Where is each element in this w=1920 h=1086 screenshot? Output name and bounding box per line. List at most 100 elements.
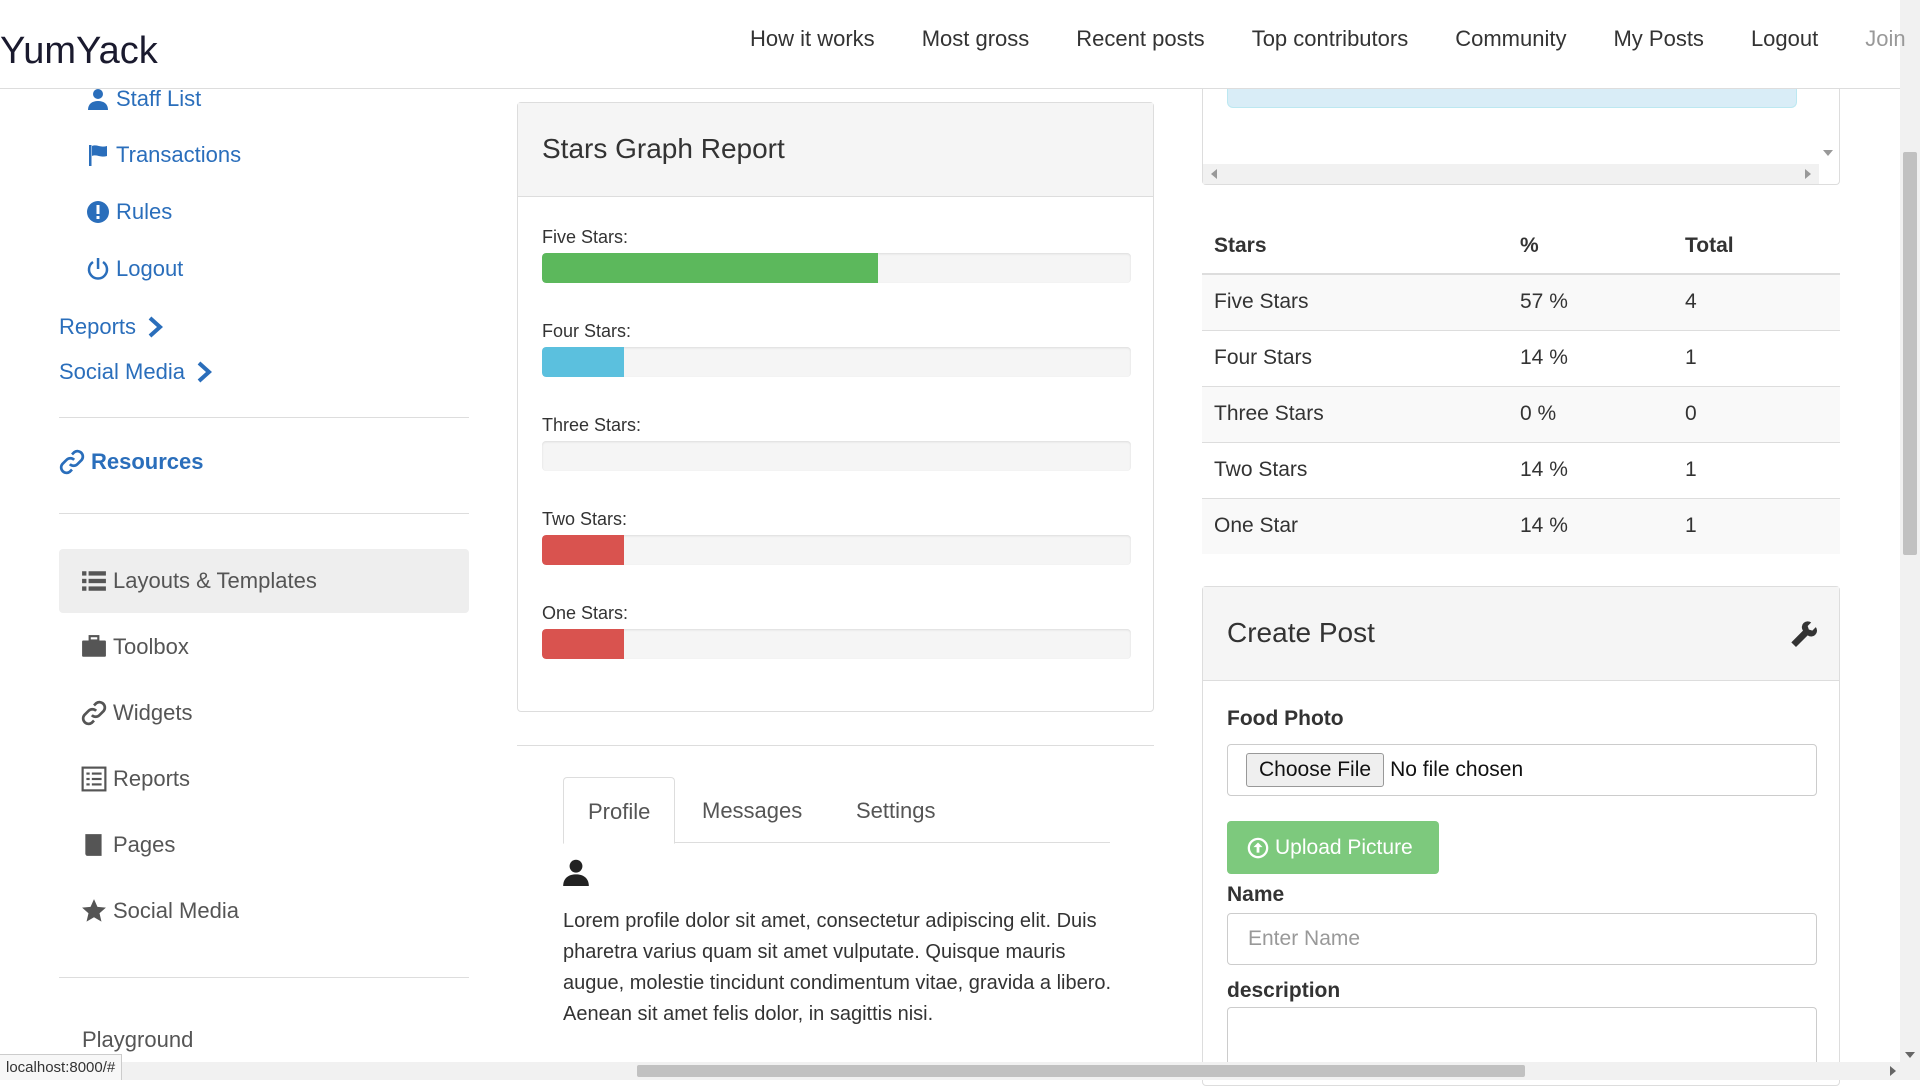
exclamation-icon: [87, 201, 109, 223]
flag-icon: [89, 145, 107, 166]
page-vertical-scrollbar[interactable]: [1900, 0, 1920, 1062]
bar-label: Five Stars:: [542, 227, 629, 247]
status-bar-url: localhost:8000/#: [0, 1054, 123, 1080]
table-row: Three Stars 0 % 0: [1202, 385, 1840, 442]
table-cell: Two Stars: [1202, 441, 1508, 498]
scroll-right-arrow-icon[interactable]: [1890, 1066, 1896, 1076]
progress-bar: [542, 347, 1131, 377]
tab-messages[interactable]: Messages: [678, 777, 826, 843]
upload-circle-icon: [1247, 837, 1269, 858]
nav-links: How it works Most gross Recent posts Top…: [750, 26, 1920, 52]
menu-item-social-media[interactable]: Social Media: [59, 879, 469, 943]
progress-bar: [542, 441, 1131, 471]
sidebar-item-transactions[interactable]: Transactions: [86, 142, 241, 168]
user-icon: [563, 859, 589, 886]
progress-bar-fill: [542, 535, 625, 565]
name-input[interactable]: [1227, 913, 1817, 965]
nav-recent-posts[interactable]: Recent posts: [1076, 26, 1204, 52]
scrollable-box[interactable]: [1202, 85, 1840, 185]
sidebar-item-label: Staff List: [116, 86, 202, 111]
table-cell: 14 %: [1508, 441, 1673, 498]
menu-item-widgets[interactable]: Widgets: [59, 681, 469, 745]
scroll-down-arrow-icon[interactable]: [1905, 1052, 1915, 1058]
vertical-scrollbar[interactable]: [1817, 85, 1839, 160]
nav-how-it-works[interactable]: How it works: [750, 26, 875, 52]
scroll-down-arrow-icon[interactable]: [1823, 150, 1833, 156]
progress-bar: [542, 535, 1131, 565]
sidebar-item-label: Rules: [116, 199, 173, 224]
nav-logout[interactable]: Logout: [1751, 26, 1818, 52]
scroll-left-arrow-icon[interactable]: [1211, 169, 1217, 179]
menu-item-pages[interactable]: Pages: [59, 813, 469, 877]
panel-title: Create Post: [1227, 617, 1375, 648]
table-cell: 0: [1673, 385, 1840, 442]
panel-title: Stars Graph Report: [518, 103, 1153, 197]
nav-community[interactable]: Community: [1455, 26, 1566, 52]
table-row: Five Stars 57 % 4: [1202, 273, 1840, 330]
food-photo-file-input[interactable]: Choose File No file chosen: [1227, 744, 1817, 796]
link-icon: [59, 449, 85, 475]
horizontal-scrollbar[interactable]: [1203, 164, 1819, 184]
menu-item-reports[interactable]: Reports: [59, 747, 469, 811]
menu-item-label: Layouts & Templates: [113, 568, 317, 593]
nav-join[interactable]: Join: [1865, 26, 1905, 52]
section-label: Reports: [59, 314, 137, 339]
link-icon: [81, 700, 107, 726]
scroll-thumb[interactable]: [637, 1065, 1525, 1077]
table-row: Four Stars 14 % 1: [1202, 329, 1840, 386]
profile-tabs: Profile Messages Settings: [563, 777, 1110, 844]
table-cell: 4: [1673, 273, 1840, 330]
sidebar-section-reports[interactable]: Reports: [59, 314, 164, 340]
scroll-right-arrow-icon[interactable]: [1805, 169, 1811, 179]
table-cell: One Star: [1202, 497, 1508, 554]
menu-item-label: Toolbox: [113, 634, 189, 659]
user-icon: [88, 89, 108, 110]
chevron-right-icon: [197, 361, 212, 383]
wrench-icon[interactable]: [1789, 619, 1817, 647]
divider: [517, 745, 1154, 746]
choose-file-button[interactable]: Choose File: [1246, 753, 1385, 787]
brand-logo[interactable]: YumYack: [0, 30, 158, 73]
progress-bar: [542, 253, 1131, 283]
sidebar-item-staff-list[interactable]: Staff List: [86, 86, 201, 112]
file-status: No file chosen: [1390, 758, 1524, 781]
resources-link[interactable]: Resources: [59, 449, 204, 475]
sidebar-item-logout[interactable]: Logout: [86, 256, 183, 282]
playground-link[interactable]: Playground: [82, 1027, 193, 1053]
menu-item-label: Reports: [113, 766, 191, 791]
nav-most-gross[interactable]: Most gross: [922, 26, 1030, 52]
table-cell: 0 %: [1508, 385, 1673, 442]
progress-bar-fill: [542, 347, 625, 377]
sidebar-section-social-media[interactable]: Social Media: [59, 359, 213, 385]
table-cell: 1: [1673, 441, 1840, 498]
book-icon: [85, 834, 102, 856]
progress-bar-fill: [542, 253, 878, 283]
column-header: %: [1508, 218, 1673, 275]
nav-my-posts[interactable]: My Posts: [1613, 26, 1703, 52]
sidebar-item-label: Logout: [116, 256, 184, 281]
nav-top-contributors[interactable]: Top contributors: [1252, 26, 1409, 52]
upload-button-label: Upload Picture: [1275, 835, 1413, 859]
upload-picture-button[interactable]: Upload Picture: [1227, 821, 1439, 874]
menu-item-toolbox[interactable]: Toolbox: [59, 615, 469, 679]
table-row: Two Stars 14 % 1: [1202, 441, 1840, 498]
sidebar-item-label: Transactions: [116, 142, 242, 167]
table-cell: Four Stars: [1202, 329, 1508, 386]
column-header: Stars: [1202, 218, 1508, 275]
menu-item-layouts-templates[interactable]: Layouts & Templates: [59, 549, 469, 613]
briefcase-icon: [82, 635, 106, 657]
tab-settings[interactable]: Settings: [832, 777, 960, 843]
bar-label: Three Stars:: [542, 415, 642, 435]
page-horizontal-scrollbar[interactable]: [0, 1062, 1920, 1080]
create-post-panel: Create Post Food Photo Choose File No fi…: [1202, 586, 1840, 1086]
table-cell: 57 %: [1508, 273, 1673, 330]
list-alt-icon: [81, 766, 107, 792]
sidebar-item-rules[interactable]: Rules: [86, 199, 172, 225]
tab-profile[interactable]: Profile: [563, 777, 676, 844]
menu-item-label: Pages: [113, 832, 176, 857]
scroll-thumb[interactable]: [1903, 152, 1917, 555]
column-header: Total: [1673, 218, 1840, 275]
table-row: One Star 14 % 1: [1202, 497, 1840, 554]
resources-label: Resources: [91, 449, 204, 474]
name-label: Name: [1227, 883, 1285, 906]
